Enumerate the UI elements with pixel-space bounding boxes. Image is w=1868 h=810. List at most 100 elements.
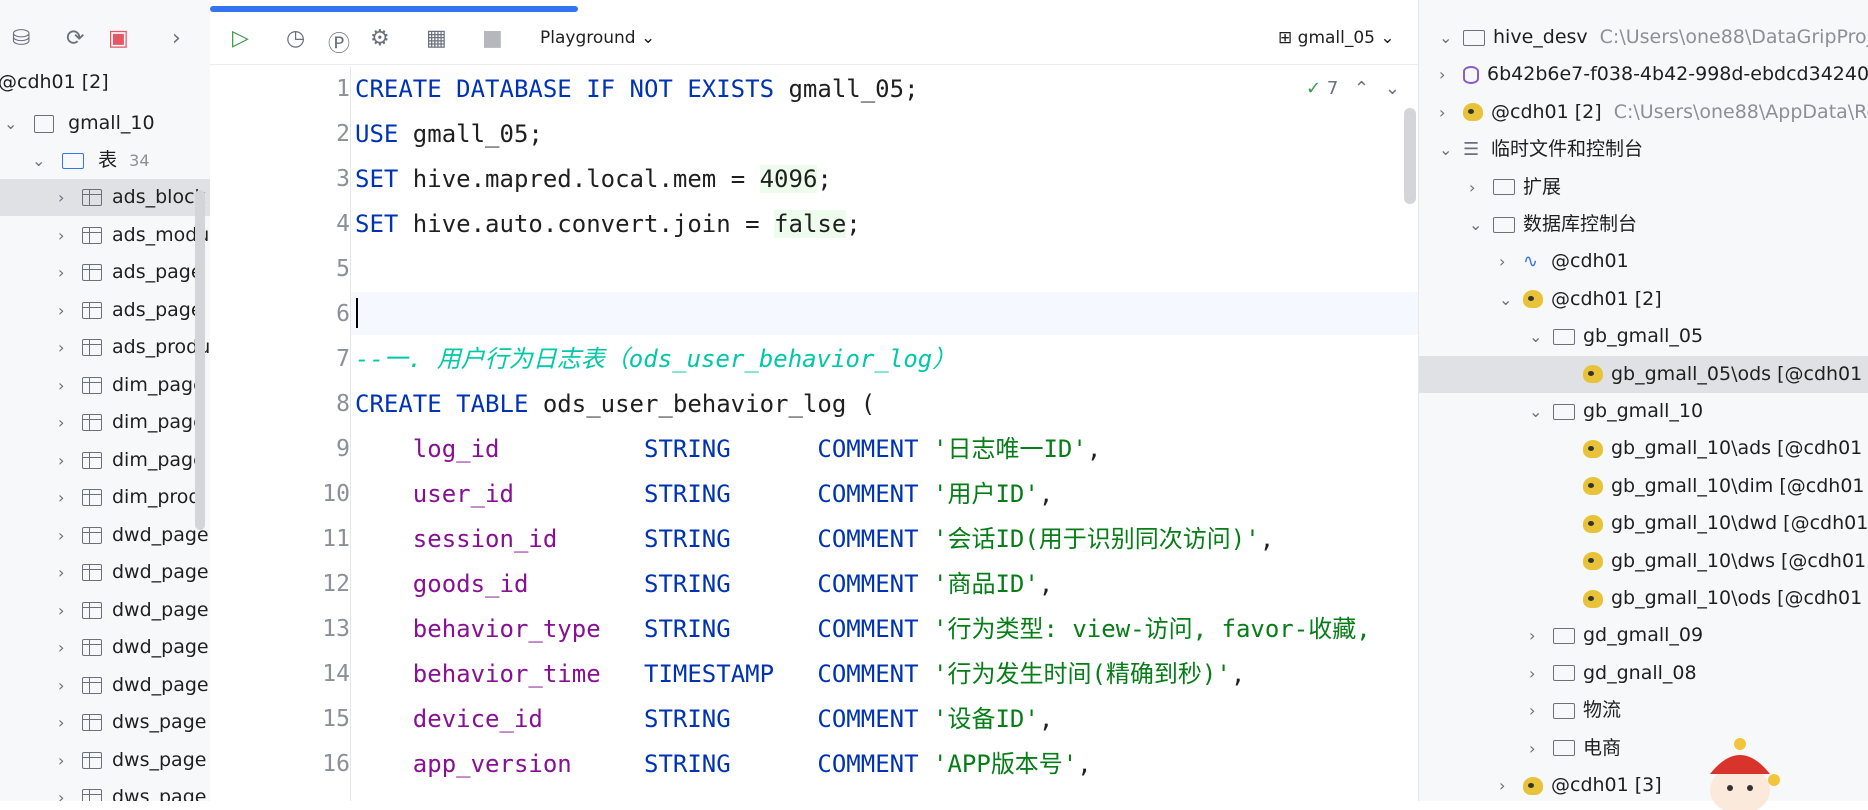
- chevron-right-icon[interactable]: ›: [1529, 655, 1543, 692]
- table-node[interactable]: › dws_page: [0, 779, 210, 801]
- chevron-right-icon[interactable]: ›: [1499, 243, 1513, 280]
- tree-item[interactable]: gb_gmall_10\ods [@cdh01: [1419, 580, 1868, 617]
- code-line[interactable]: log_id STRING COMMENT '日志唯一ID',: [355, 427, 1101, 472]
- tables-folder-node[interactable]: ⌄ 表 34: [0, 142, 210, 179]
- chevron-right-icon[interactable]: ›: [1529, 692, 1543, 729]
- table-node[interactable]: › ads_modu: [0, 217, 210, 254]
- chevron-right-icon[interactable]: ›: [58, 292, 72, 329]
- settings-gear-icon[interactable]: ⚙: [370, 26, 390, 51]
- tree-item[interactable]: ⌄ gb_gmall_05: [1419, 318, 1868, 355]
- chevron-right-icon[interactable]: ›: [1469, 169, 1483, 206]
- table-node[interactable]: › dim_page: [0, 442, 210, 479]
- run-icon[interactable]: ▷: [232, 26, 249, 51]
- tree-item[interactable]: › 物流: [1419, 692, 1868, 729]
- chevron-right-icon[interactable]: ›: [1439, 56, 1453, 93]
- chevron-right-icon[interactable]: ›: [58, 367, 72, 404]
- tree-item[interactable]: gb_gmall_10\dwd [@cdh01: [1419, 505, 1868, 542]
- table-node[interactable]: › dim_prod: [0, 479, 210, 516]
- table-node[interactable]: › ads_page: [0, 292, 210, 329]
- chevron-right-icon[interactable]: ›: [58, 442, 72, 479]
- table-node[interactable]: › ads_block: [0, 179, 210, 216]
- chevron-right-icon[interactable]: ›: [58, 517, 72, 554]
- tree-item[interactable]: ⌄ 数据库控制台: [1419, 206, 1868, 243]
- connection-node[interactable]: @cdh01 [2]: [0, 64, 208, 101]
- table-node[interactable]: › dwd_page: [0, 592, 210, 629]
- chevron-right-icon[interactable]: ›: [58, 629, 72, 666]
- code-line[interactable]: session_id STRING COMMENT '会话ID(用于识别同次访问…: [355, 517, 1274, 562]
- code-line[interactable]: app_version STRING COMMENT 'APP版本号',: [355, 742, 1092, 787]
- tree-item[interactable]: gb_gmall_10\ads [@cdh01: [1419, 430, 1868, 467]
- tree-item[interactable]: › ∿ @cdh01: [1419, 243, 1868, 280]
- table-node[interactable]: › dwd_page: [0, 629, 210, 666]
- chevron-right-icon[interactable]: ›: [58, 779, 72, 801]
- table-node[interactable]: › dws_page: [0, 742, 210, 779]
- chevron-down-icon[interactable]: ⌄: [1439, 131, 1453, 168]
- tree-item[interactable]: gb_gmall_10\dws [@cdh01: [1419, 543, 1868, 580]
- chevron-right-icon[interactable]: ›: [58, 254, 72, 291]
- table-node[interactable]: › ads_produ: [0, 329, 210, 366]
- chevron-right-icon[interactable]: ›: [58, 404, 72, 441]
- code-line[interactable]: SET hive.auto.convert.join = false;: [355, 202, 861, 247]
- chevron-up-icon[interactable]: ⌃: [1354, 78, 1369, 99]
- chevron-down-icon[interactable]: ⌄: [1469, 206, 1483, 243]
- tree-item[interactable]: ⌄ gb_gmall_10: [1419, 393, 1868, 430]
- code-line[interactable]: user_id STRING COMMENT '用户ID',: [355, 472, 1053, 517]
- chevron-right-icon[interactable]: ›: [172, 26, 181, 51]
- table-node[interactable]: › dim_page: [0, 367, 210, 404]
- schema-selector-dropdown[interactable]: ⊞ gmall_05 ⌄: [1278, 28, 1395, 48]
- tree-item[interactable]: gb_gmall_05\ods [@cdh01: [1419, 355, 1868, 393]
- code-line[interactable]: device_id STRING COMMENT '设备ID',: [355, 697, 1053, 742]
- tree-item[interactable]: › @cdh01 [2] C:\Users\one88\AppData\Ro: [1419, 94, 1868, 131]
- chevron-right-icon[interactable]: ›: [58, 742, 72, 779]
- history-icon[interactable]: ◷: [286, 26, 305, 51]
- refresh-icon[interactable]: ⟳: [66, 26, 84, 51]
- tree-item[interactable]: › gd_gmall_09: [1419, 617, 1868, 654]
- tree-item[interactable]: › 扩展: [1419, 169, 1868, 206]
- chevron-down-icon[interactable]: ⌄: [4, 105, 18, 142]
- code-line[interactable]: behavior_time TIMESTAMP COMMENT '行为发生时间(…: [355, 652, 1245, 697]
- tree-item[interactable]: › @cdh01 [3]: [1419, 767, 1868, 801]
- chevron-right-icon[interactable]: ›: [58, 479, 72, 516]
- tree-item[interactable]: › 电商: [1419, 730, 1868, 767]
- code-line[interactable]: SET hive.mapred.local.mem = 4096;: [355, 157, 832, 202]
- table-node[interactable]: › dim_page: [0, 404, 210, 441]
- chevron-down-icon[interactable]: ⌄: [32, 142, 46, 179]
- table-node[interactable]: › dwd_page: [0, 554, 210, 591]
- code-line[interactable]: goods_id STRING COMMENT '商品ID',: [355, 562, 1053, 607]
- chevron-down-icon[interactable]: ⌄: [1529, 393, 1543, 430]
- code-line[interactable]: behavior_type STRING COMMENT '行为类型: view…: [355, 607, 1371, 652]
- chevron-down-icon[interactable]: ⌄: [1499, 281, 1513, 318]
- tree-item[interactable]: ⌄ @cdh01 [2]: [1419, 281, 1868, 318]
- chevron-right-icon[interactable]: ›: [1529, 730, 1543, 767]
- chevron-right-icon[interactable]: ›: [58, 667, 72, 704]
- code-line[interactable]: CREATE DATABASE IF NOT EXISTS gmall_05;: [355, 67, 919, 112]
- tree-item[interactable]: › gd_gnall_08: [1419, 655, 1868, 692]
- code-line[interactable]: USE gmall_05;: [355, 112, 543, 157]
- table-node[interactable]: › ads_page: [0, 254, 210, 291]
- stop-icon[interactable]: ▣: [108, 26, 129, 51]
- chevron-right-icon[interactable]: ›: [58, 329, 72, 366]
- tree-item[interactable]: gb_gmall_10\dim [@cdh01: [1419, 468, 1868, 505]
- output-table-icon[interactable]: ▦: [426, 26, 447, 51]
- inspection-widget[interactable]: ✓ 7 ⌃ ⌄: [1306, 78, 1400, 99]
- editor-scrollbar[interactable]: [1404, 108, 1416, 204]
- table-node[interactable]: › dwd_page: [0, 517, 210, 554]
- table-node[interactable]: › dws_page: [0, 704, 210, 741]
- tree-item[interactable]: › 6b42b6e7-f038-4b42-998d-ebdcd342405: [1419, 56, 1868, 93]
- stop-icon[interactable]: ■: [482, 26, 503, 51]
- chevron-right-icon[interactable]: ›: [58, 592, 72, 629]
- table-node[interactable]: › dwd_page: [0, 667, 210, 704]
- playground-dropdown[interactable]: Playground ⌄: [540, 28, 655, 48]
- schema-node[interactable]: ⌄ gmall_10: [0, 105, 210, 142]
- chevron-right-icon[interactable]: ›: [1439, 94, 1453, 131]
- explorer-scrollbar[interactable]: [195, 190, 205, 530]
- chevron-right-icon[interactable]: ›: [58, 179, 72, 216]
- tree-item[interactable]: ⌄ hive_desv C:\Users\one88\DataGripProj: [1419, 19, 1868, 56]
- chevron-down-icon[interactable]: ⌄: [1529, 318, 1543, 355]
- chevron-right-icon[interactable]: ›: [58, 704, 72, 741]
- data-source-properties-icon[interactable]: ⛁: [12, 26, 30, 51]
- chevron-down-icon[interactable]: ⌄: [1385, 78, 1400, 99]
- chevron-right-icon[interactable]: ›: [58, 554, 72, 591]
- tree-item[interactable]: ⌄ ☰ 临时文件和控制台: [1419, 131, 1868, 168]
- pin-tab-icon[interactable]: Ⓟ: [328, 26, 350, 58]
